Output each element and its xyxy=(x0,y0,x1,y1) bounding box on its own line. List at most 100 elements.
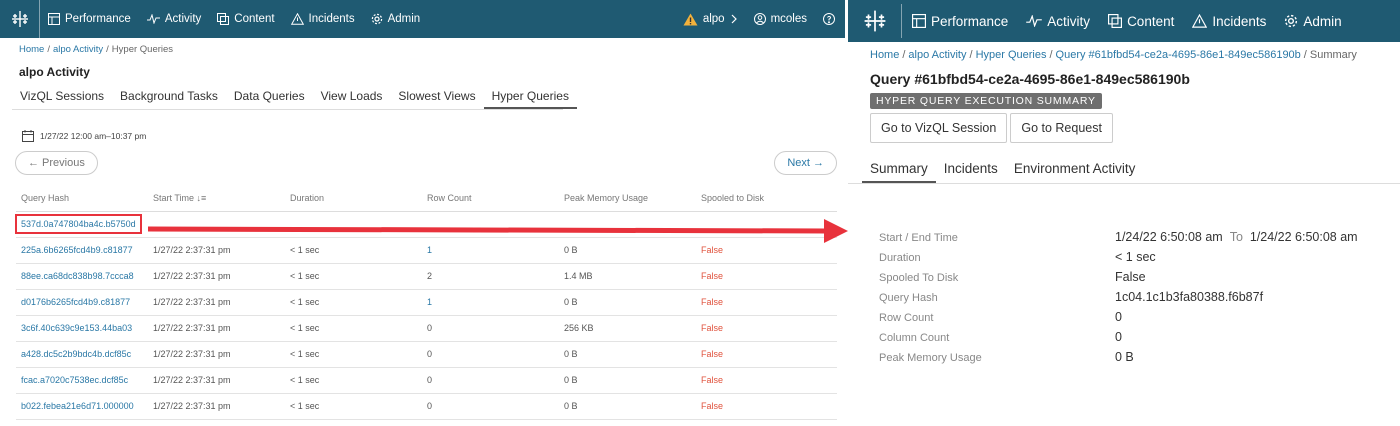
nav-performance[interactable]: Performance xyxy=(912,14,1008,29)
peak-memory xyxy=(564,211,701,238)
row-count: 0 xyxy=(427,341,564,368)
breadcrumb-hyper-queries[interactable]: Hyper Queries xyxy=(976,49,1047,61)
col-duration[interactable]: Duration xyxy=(290,185,427,212)
tab-view-loads[interactable]: View Loads xyxy=(313,89,391,109)
query-hash-link[interactable]: b022.febea21e6d71.000000 xyxy=(16,393,153,420)
tab-slowest-views[interactable]: Slowest Views xyxy=(390,89,483,109)
next-button[interactable]: Next → xyxy=(774,151,837,175)
hyper-queries-table: Query Hash Start Time ↓≡ Duration Row Co… xyxy=(15,185,837,420)
start-time: 1/27/22 2:37:31 pm xyxy=(153,263,290,290)
row-count xyxy=(427,211,564,238)
query-hash-label: Query Hash xyxy=(879,292,938,304)
query-hash-link[interactable]: fcac.a7020c7538ec.dcf85c xyxy=(16,367,153,394)
nav-admin[interactable]: Admin xyxy=(1284,13,1342,29)
top-nav-bar: Performance Activity Content Incidents A… xyxy=(0,0,845,38)
alert-triangle-icon xyxy=(683,13,698,25)
start-time: 1/27/22 2:37:31 pm xyxy=(153,341,290,368)
nav-content[interactable]: Content xyxy=(217,13,275,25)
table-row[interactable]: 88ee.ca68dc838b98.7ccca8 1/27/22 2:37:31… xyxy=(16,263,837,290)
spooled: False xyxy=(701,289,837,316)
row-count[interactable]: 1 xyxy=(427,289,564,316)
previous-button[interactable]: ← Previous xyxy=(15,151,98,175)
col-query-hash[interactable]: Query Hash xyxy=(16,185,153,212)
nav-activity-label: Activity xyxy=(1047,13,1091,29)
breadcrumb: Home / alpo Activity / Hyper Queries xyxy=(19,44,174,55)
tab-incidents[interactable]: Incidents xyxy=(936,161,1006,183)
tab-background-tasks[interactable]: Background Tasks xyxy=(112,89,226,109)
table-row[interactable]: b022.febea21e6d71.000000 1/27/22 2:37:31… xyxy=(16,393,837,420)
nav-activity-label: Activity xyxy=(164,13,202,25)
duration-value: < 1 sec xyxy=(1115,250,1156,264)
row-count[interactable]: 1 xyxy=(427,237,564,264)
start-time: 1/27/22 2:37:31 pm xyxy=(153,393,290,420)
date-range-picker[interactable]: 1/27/22 12:00 am–10:37 pm xyxy=(0,130,845,142)
breadcrumb-home[interactable]: Home xyxy=(19,44,44,55)
gear-icon xyxy=(371,13,382,25)
tab-data-queries[interactable]: Data Queries xyxy=(226,89,313,109)
col-row-count[interactable]: Row Count xyxy=(427,185,564,212)
breadcrumb-activity[interactable]: alpo Activity xyxy=(908,49,966,61)
peak-memory-label: Peak Memory Usage xyxy=(879,352,982,364)
site-name: alpo xyxy=(702,13,725,25)
breadcrumb-query[interactable]: Query #61bfbd54-ce2a-4695-86e1-849ec5861… xyxy=(1056,49,1301,61)
tab-summary[interactable]: Summary xyxy=(862,161,936,183)
nav-content[interactable]: Content xyxy=(1108,14,1174,29)
duration: < 1 sec xyxy=(290,237,427,264)
nav-incidents[interactable]: Incidents xyxy=(1192,14,1266,29)
breadcrumb: Home / alpo Activity / Hyper Queries / Query #… xyxy=(870,49,1357,61)
col-start-time[interactable]: Start Time ↓≡ xyxy=(153,185,290,212)
duration: < 1 sec xyxy=(290,263,427,290)
tab-hyper-queries[interactable]: Hyper Queries xyxy=(483,89,577,109)
end-time: 1/24/22 6:50:08 am xyxy=(1249,230,1358,244)
query-hash-link[interactable]: 537d.0a747804ba4c.b5750d xyxy=(15,211,153,238)
nav-incidents[interactable]: Incidents xyxy=(290,13,355,25)
to-label: To xyxy=(1229,230,1243,244)
peak-memory: 0 B xyxy=(564,341,701,368)
duration-label: Duration xyxy=(879,252,921,264)
table-row[interactable]: fcac.a7020c7538ec.dcf85c 1/27/22 2:37:31… xyxy=(16,367,837,394)
peak-memory: 0 B xyxy=(564,289,701,316)
user-menu[interactable]: mcoles xyxy=(753,13,807,25)
spooled-value: False xyxy=(1115,270,1146,284)
tab-environment-activity[interactable]: Environment Activity xyxy=(1006,161,1144,183)
query-hash-link[interactable]: 225a.6b6265fcd4b9.c81877 xyxy=(16,237,153,264)
nav-performance[interactable]: Performance xyxy=(48,13,131,25)
nav-activity[interactable]: Activity xyxy=(146,13,202,25)
tableau-logo[interactable] xyxy=(848,4,902,38)
go-to-vizql-session-button[interactable]: Go to VizQL Session xyxy=(870,113,1008,143)
table-row[interactable]: 537d.0a747804ba4c.b5750d xyxy=(15,211,837,238)
start-time: 1/27/22 2:37:31 pm xyxy=(153,237,290,264)
row-count: 2 xyxy=(427,263,564,290)
help-button[interactable] xyxy=(823,13,835,25)
tab-vizql-sessions[interactable]: VizQL Sessions xyxy=(12,89,112,109)
peak-memory: 0 B xyxy=(564,393,701,420)
query-hash-link[interactable]: d0176b6265fcd4b9.c81877 xyxy=(16,289,153,316)
table-row[interactable]: d0176b6265fcd4b9.c81877 1/27/22 2:37:31 … xyxy=(16,289,837,316)
col-spooled[interactable]: Spooled to Disk xyxy=(701,185,837,212)
query-hash-link[interactable]: 3c6f.40c639c9e153.44ba03 xyxy=(16,315,153,342)
highlight-box[interactable]: 537d.0a747804ba4c.b5750d xyxy=(15,214,142,234)
table-row[interactable]: 3c6f.40c639c9e153.44ba03 1/27/22 2:37:31… xyxy=(16,315,837,342)
breadcrumb-current: Summary xyxy=(1309,49,1357,61)
duration: < 1 sec xyxy=(290,367,427,394)
start-time xyxy=(153,211,290,238)
query-summary-panel: Performance Activity Content Incidents A… xyxy=(848,0,1400,426)
table-header: Query Hash Start Time ↓≡ Duration Row Co… xyxy=(16,185,837,212)
page-title: alpo Activity xyxy=(19,65,90,79)
breadcrumb-activity[interactable]: alpo Activity xyxy=(53,44,103,55)
query-hash-link[interactable]: a428.dc5c2b9bdc4b.dcf85c xyxy=(16,341,153,368)
user-name: mcoles xyxy=(770,13,807,25)
breadcrumb-home[interactable]: Home xyxy=(870,49,899,61)
nav-content-label: Content xyxy=(234,13,275,25)
site-switcher[interactable]: alpo xyxy=(683,13,738,26)
col-peak-memory[interactable]: Peak Memory Usage xyxy=(564,185,701,212)
table-row[interactable]: a428.dc5c2b9bdc4b.dcf85c 1/27/22 2:37:31… xyxy=(16,341,837,368)
tableau-logo[interactable] xyxy=(0,0,40,38)
nav-admin[interactable]: Admin xyxy=(371,13,420,25)
go-to-request-button[interactable]: Go to Request xyxy=(1010,113,1113,143)
nav-admin-label: Admin xyxy=(1303,13,1342,29)
table-row[interactable]: 225a.6b6265fcd4b9.c81877 1/27/22 2:37:31… xyxy=(16,237,837,264)
spooled: False xyxy=(701,393,837,420)
nav-activity[interactable]: Activity xyxy=(1026,14,1090,29)
query-hash-link[interactable]: 88ee.ca68dc838b98.7ccca8 xyxy=(16,263,153,290)
